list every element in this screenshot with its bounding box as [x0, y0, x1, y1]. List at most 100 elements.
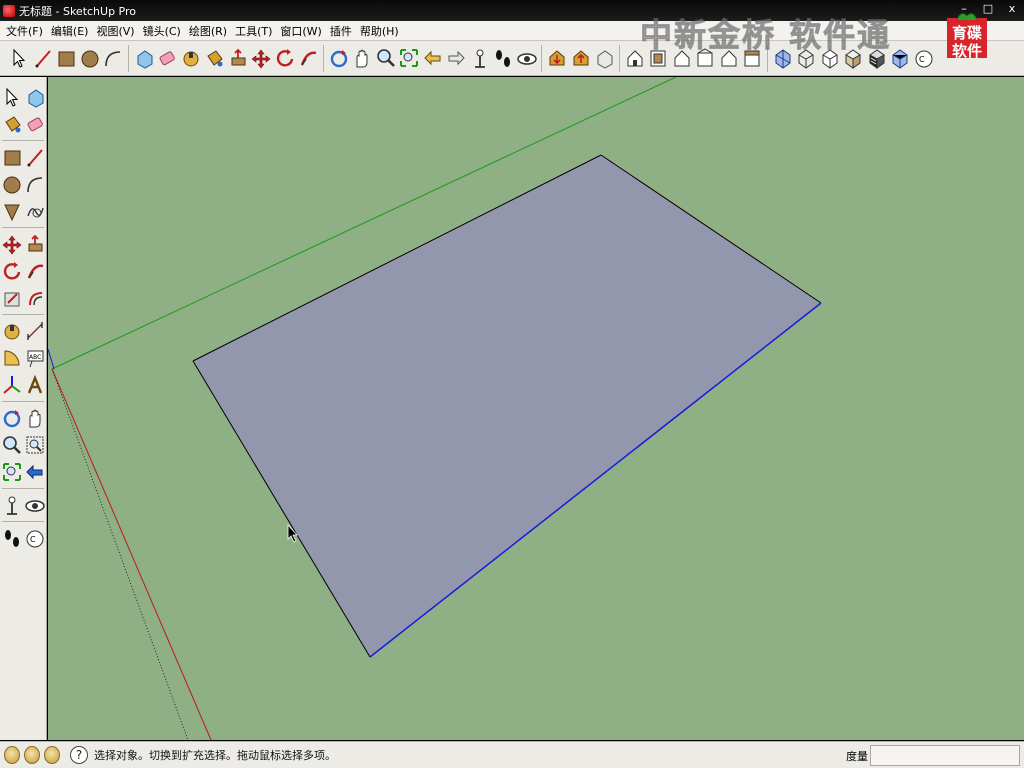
- left-follow-me-tool-button[interactable]: [24, 259, 46, 283]
- orbit-icon: [3, 410, 21, 428]
- circle-tool-button[interactable]: [79, 46, 101, 70]
- scale-icon: [4, 292, 20, 307]
- zoom-tool-button[interactable]: [375, 46, 397, 70]
- close-button[interactable]: x: [1006, 2, 1018, 15]
- menu-plugins[interactable]: 插件: [326, 23, 356, 39]
- rectangle-tool-button[interactable]: [55, 46, 77, 70]
- left-freehand-tool-button[interactable]: [24, 199, 46, 223]
- select-tool-button[interactable]: [8, 46, 30, 70]
- left-previous-tool-button[interactable]: [24, 460, 46, 484]
- left-axes-tool-button[interactable]: [1, 373, 23, 397]
- menu-file[interactable]: 文件(F): [2, 23, 47, 39]
- pan-icon: [29, 409, 41, 428]
- walk-icon: [5, 530, 19, 547]
- svg-text:ABC: ABC: [29, 354, 41, 361]
- left-rectangle-tool-button[interactable]: [1, 145, 23, 169]
- left-line-tool-button[interactable]: [24, 145, 46, 169]
- left-zoom-tool-button[interactable]: [1, 433, 23, 457]
- circle-icon: [81, 50, 98, 68]
- follow-me-tool-button[interactable]: [297, 46, 319, 70]
- section-plane-icon: C: [915, 50, 932, 68]
- menu-camera[interactable]: 镜头(C): [139, 23, 185, 39]
- left-position-camera-tool-button[interactable]: [1, 493, 23, 517]
- maximize-button[interactable]: □: [982, 2, 994, 15]
- left-move-tool-button[interactable]: [1, 232, 23, 256]
- left-look-around-tool-button[interactable]: [24, 493, 46, 517]
- credits-icon[interactable]: [24, 746, 40, 764]
- push-pull-tool-button[interactable]: [227, 46, 249, 70]
- help-icon[interactable]: ?: [70, 746, 88, 764]
- paint-bucket-tool-button[interactable]: [203, 46, 225, 70]
- left-push-pull-tool-button[interactable]: [24, 232, 46, 256]
- menu-tools[interactable]: 工具(T): [231, 23, 276, 39]
- eraser-tool-button[interactable]: [156, 46, 178, 70]
- circle-icon: [3, 176, 21, 194]
- pan-tool-button[interactable]: [351, 46, 373, 70]
- move-tool-button[interactable]: [250, 46, 272, 70]
- orbit-tool-button[interactable]: [328, 46, 350, 70]
- share-component-icon: [597, 50, 613, 69]
- left-section-plane-tool-button[interactable]: C: [24, 526, 46, 550]
- get-models-tool-button[interactable]: [546, 46, 568, 70]
- model-canvas[interactable]: [48, 77, 1024, 740]
- menu-draw[interactable]: 绘图(R): [185, 23, 231, 39]
- left-make-component-tool-button[interactable]: [24, 85, 46, 109]
- tape-measure-icon: [183, 51, 198, 67]
- left-zoom-window-tool-button[interactable]: [24, 433, 46, 457]
- left-paint-bucket-tool-button[interactable]: [1, 112, 23, 136]
- left-select-tool-button[interactable]: [1, 85, 23, 109]
- look-around-tool-button[interactable]: [516, 46, 538, 70]
- left-polygon-tool-button[interactable]: [1, 199, 23, 223]
- left-scale-tool-button[interactable]: [1, 286, 23, 310]
- user-icon[interactable]: [44, 746, 60, 764]
- move-icon: [251, 49, 271, 69]
- measurements-label: 度量: [846, 750, 868, 763]
- next-view-tool-button[interactable]: [445, 46, 467, 70]
- left-text-tool-button[interactable]: ABC: [24, 346, 46, 370]
- tape-measure-tool-button[interactable]: [180, 46, 202, 70]
- zoom-extents-tool-button[interactable]: [398, 46, 420, 70]
- walk-tool-button[interactable]: [492, 46, 514, 70]
- left-tape-measure-tool-button[interactable]: [1, 319, 23, 343]
- left-orbit-tool-button[interactable]: [1, 406, 23, 430]
- drawing-viewport[interactable]: [48, 77, 1024, 740]
- push-pull-icon: [28, 234, 43, 252]
- rotate-tool-button[interactable]: [274, 46, 296, 70]
- left-circle-tool-button[interactable]: [1, 172, 23, 196]
- zoom-icon: [376, 49, 395, 67]
- make-component-tool-button[interactable]: [133, 46, 155, 70]
- rectangle-face[interactable]: [193, 155, 821, 657]
- left-protractor-tool-button[interactable]: [1, 346, 23, 370]
- left-zoom-extents-tool-button[interactable]: [1, 460, 23, 484]
- line-icon: [27, 149, 43, 167]
- line-icon: [35, 50, 51, 68]
- left-rotate-tool-button[interactable]: [1, 259, 23, 283]
- left-3d-text-tool-button[interactable]: [24, 373, 46, 397]
- position-camera-tool-button[interactable]: [469, 46, 491, 70]
- left-walk-tool-button[interactable]: [1, 526, 23, 550]
- previous-view-tool-button[interactable]: [422, 46, 444, 70]
- line-tool-button[interactable]: [32, 46, 54, 70]
- geo-location-icon[interactable]: [4, 746, 20, 764]
- red-axis: [51, 368, 212, 740]
- left-dimension-tool-button[interactable]: [24, 319, 46, 343]
- section-plane-tool-button[interactable]: C: [913, 46, 935, 70]
- dimension-icon: [27, 322, 43, 340]
- share-model-tool-button[interactable]: [570, 46, 592, 70]
- menu-edit[interactable]: 编辑(E): [47, 23, 93, 39]
- left-arc-tool-button[interactable]: [24, 172, 46, 196]
- left-pan-tool-button[interactable]: [24, 406, 46, 430]
- left-eraser-tool-button[interactable]: [24, 112, 46, 136]
- left-offset-tool-button[interactable]: [24, 286, 46, 310]
- monochrome-tool-button[interactable]: [889, 46, 911, 70]
- menu-window[interactable]: 窗口(W): [276, 23, 325, 39]
- arc-tool-button[interactable]: [102, 46, 124, 70]
- protractor-icon: [4, 350, 20, 366]
- look-around-icon: [516, 53, 537, 65]
- menu-help[interactable]: 帮助(H): [356, 23, 403, 39]
- measurements-input[interactable]: [870, 745, 1020, 766]
- zoom-extents-icon: [3, 463, 21, 481]
- menu-view[interactable]: 视图(V): [92, 23, 138, 39]
- window-title: 无标题 - SketchUp Pro: [19, 4, 137, 18]
- share-component-tool-button[interactable]: [593, 46, 615, 70]
